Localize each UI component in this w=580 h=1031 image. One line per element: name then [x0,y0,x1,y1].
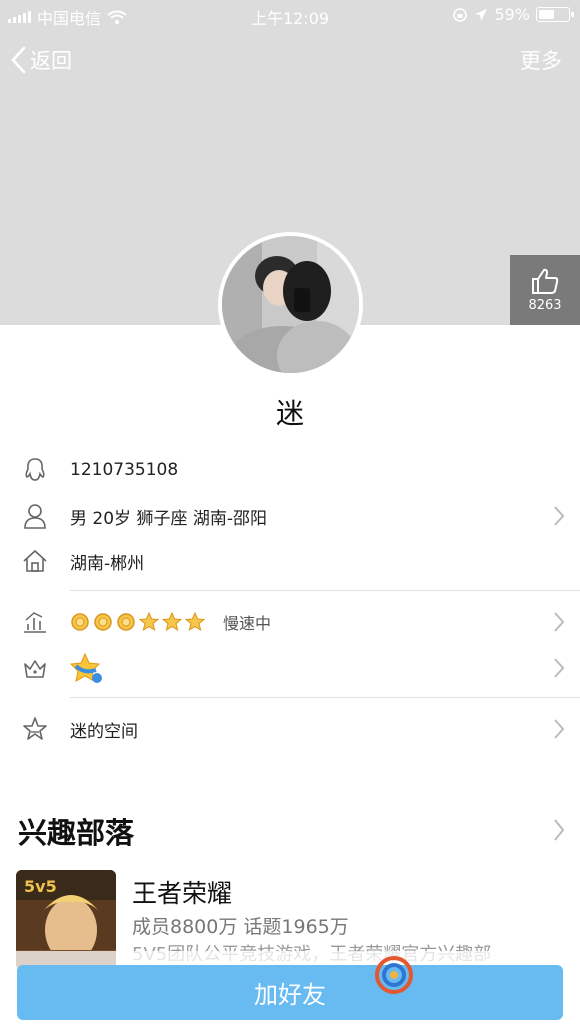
level-badges [70,612,205,632]
game-stats: 成员8800万 话题1965万 [132,916,349,938]
chevron-right-icon [554,719,565,739]
back-label: 返回 [30,49,72,73]
profile-page: 中国电信 上午12:09 59% 返回 更多 8263 迷 1210735108… [0,0,580,1031]
basic-info-row[interactable]: 男 20岁 狮子座 湖南-邵阳 [0,493,580,539]
space-row[interactable]: 迷的空间 [0,706,580,752]
game-name: 王者荣耀 [132,879,233,908]
level-sun-icon [71,613,89,631]
level-star-icon [185,612,205,632]
chevron-right-icon [554,658,565,678]
person-icon [20,501,50,531]
back-button[interactable]: 返回 [10,38,72,82]
vip-star-badge-icon [70,652,102,683]
chart-icon [20,607,50,637]
nickname: 迷 [275,397,304,430]
like-button[interactable]: 8263 [510,255,580,325]
add-friend-button[interactable]: 加好友 [17,965,563,1020]
qq-number-row: 1210735108 [0,447,580,493]
level-star-icon [162,612,182,632]
watermark-logo-icon [375,956,413,994]
battery-icon [536,7,574,22]
hometown-text: 湖南-郴州 [70,553,145,574]
vip-badge [70,652,104,684]
avatar[interactable] [218,232,363,377]
chevron-right-icon [554,506,565,526]
space-label: 迷的空间 [70,721,138,742]
home-icon [20,546,50,576]
qq-number: 1210735108 [70,460,179,480]
location-icon [475,8,488,21]
thumbs-up-icon [532,268,559,294]
lock-rotation-icon [453,7,468,22]
chevron-right-icon [554,612,565,632]
svg-text:5v5: 5v5 [24,877,57,896]
avatar-photo [222,236,359,373]
level-star-icon [139,612,159,632]
battery-percent: 59% [494,5,530,24]
hometown-row: 湖南-郴州 [0,538,580,584]
status-bar: 中国电信 上午12:09 59% [0,0,580,30]
basic-info-text: 男 20岁 狮子座 湖南-邵阳 [70,508,267,529]
divider [70,697,580,698]
crown-icon [20,653,50,683]
chevron-right-icon[interactable] [552,818,566,842]
chevron-left-icon [11,46,26,74]
status-right: 59% [452,5,574,24]
level-sun-icon [94,613,112,631]
level-status: 慢速中 [223,614,272,633]
vip-row[interactable] [0,645,580,691]
level-row[interactable]: 慢速中 [0,599,580,645]
star-icon [20,714,50,744]
divider [70,590,580,591]
interest-section-title: 兴趣部落 [18,816,135,850]
like-count: 8263 [528,298,562,313]
level-sun-icon [117,613,135,631]
nav-bar: 返回 更多 [0,38,580,82]
penguin-icon [20,455,50,485]
bottom-action-bar: 加好友 [0,951,580,1031]
more-button[interactable]: 更多 [520,38,562,82]
